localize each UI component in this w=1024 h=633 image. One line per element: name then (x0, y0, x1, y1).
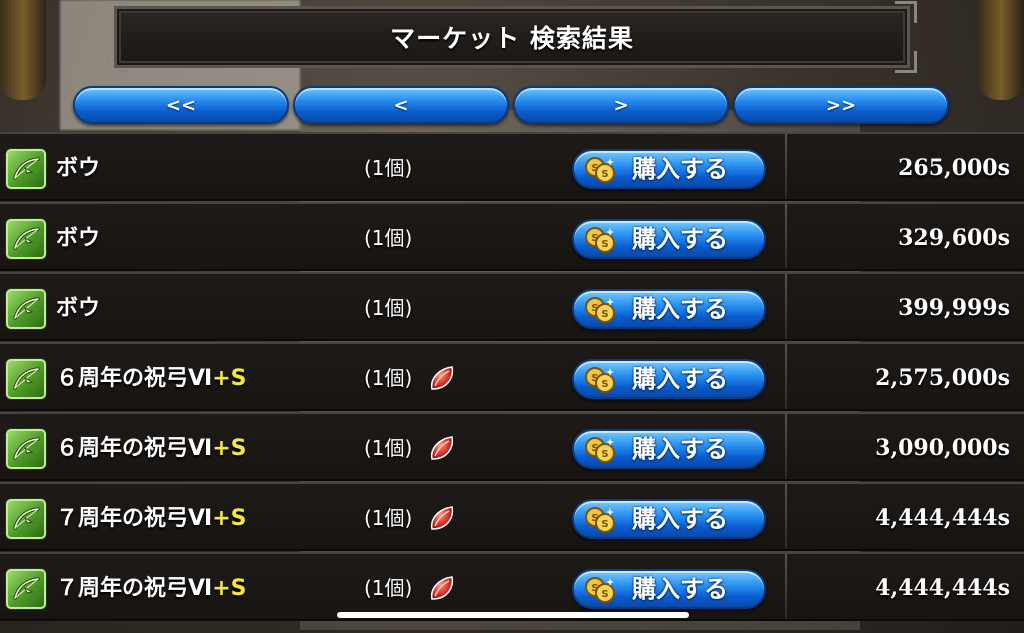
title-corner-ornament (895, 1, 917, 23)
svg-text:S: S (601, 519, 608, 530)
next-page-button[interactable]: > (513, 86, 729, 124)
red-gem-icon (426, 433, 458, 465)
bow-icon (6, 149, 46, 189)
buy-button-label: 購入する (632, 155, 728, 183)
coin-icon: SS (584, 296, 616, 324)
coin-icon: SS (584, 576, 616, 604)
column-divider (785, 484, 787, 549)
listing-row: ７周年の祝弓Ⅵ+S (1個) S S 購入する 4,444,444s (0, 482, 1024, 551)
buy-button-label: 購入する (632, 505, 728, 533)
red-gem-icon (426, 363, 458, 395)
home-indicator[interactable] (337, 612, 689, 618)
item-refine-suffix: +S (212, 366, 247, 391)
title-bar: マーケット 検索結果 (107, 1, 917, 73)
coin-icon: SS (584, 506, 616, 534)
item-refine-suffix: +S (212, 506, 247, 531)
listing-row: ボウ (1個) S S 購入する 399,999s (0, 272, 1024, 341)
item-name-text: ボウ (56, 156, 101, 181)
buy-button[interactable]: S S 購入する (572, 219, 766, 259)
left-ornament (0, 0, 46, 100)
column-divider (785, 134, 787, 199)
column-divider (785, 204, 787, 269)
listing-row: ６周年の祝弓Ⅵ+S (1個) S S 購入する 2,575,000s (0, 342, 1024, 411)
coin-icon: SS (584, 366, 616, 394)
column-divider (785, 344, 787, 409)
item-quantity: (1個) (364, 366, 413, 390)
item-name: ボウ (56, 204, 100, 273)
item-price: 4,444,444s (875, 505, 1010, 531)
red-gem-icon (426, 503, 458, 535)
item-refine-suffix: +S (212, 576, 247, 601)
prev-page-button[interactable]: < (293, 86, 509, 124)
item-quantity: (1個) (364, 506, 413, 530)
buy-button[interactable]: S S 購入する (572, 569, 766, 609)
listing-list: ボウ (1個) S S 購入する 265,000s ボウ (1個) S S 購入する 329,600s… (0, 132, 1024, 633)
listing-row: ボウ (1個) S S 購入する 265,000s (0, 132, 1024, 201)
item-name: ６周年の祝弓Ⅵ+S (56, 344, 246, 413)
first-page-button[interactable]: << (73, 86, 289, 124)
buy-button-label: 購入する (632, 435, 728, 463)
svg-text:S: S (601, 589, 608, 600)
coin-icon: SS (584, 226, 616, 254)
buy-button[interactable]: S S 購入する (572, 429, 766, 469)
item-name: ボウ (56, 274, 100, 343)
item-name-text: ボウ (56, 226, 101, 251)
buy-button-label: 購入する (632, 575, 728, 603)
bow-icon (6, 499, 46, 539)
listing-row: ６周年の祝弓Ⅵ+S (1個) S S 購入する 3,090,000s (0, 412, 1024, 481)
item-quantity: (1個) (364, 226, 413, 250)
page-title: マーケット 検索結果 (390, 24, 634, 53)
listing-row: ボウ (1個) S S 購入する 329,600s (0, 202, 1024, 271)
svg-text:S: S (601, 169, 608, 180)
last-page-button[interactable]: >> (733, 86, 949, 124)
buy-button[interactable]: S S 購入する (572, 149, 766, 189)
bow-icon (6, 219, 46, 259)
bow-icon (6, 359, 46, 399)
red-gem-icon (426, 573, 458, 605)
bow-icon (6, 569, 46, 609)
column-divider (785, 414, 787, 479)
buy-button-label: 購入する (632, 295, 728, 323)
coin-icon: SS (584, 156, 616, 184)
right-ornament (978, 0, 1024, 100)
item-price: 2,575,000s (875, 365, 1010, 391)
svg-text:S: S (601, 239, 608, 250)
column-divider (785, 554, 787, 619)
item-name-text: ７周年の祝弓Ⅵ (56, 506, 213, 531)
svg-text:S: S (601, 379, 608, 390)
item-name-text: ６周年の祝弓Ⅵ (56, 366, 213, 391)
item-quantity: (1個) (364, 156, 413, 180)
title-corner-ornament (107, 51, 129, 73)
buy-button[interactable]: S S 購入する (572, 359, 766, 399)
item-price: 265,000s (898, 155, 1010, 181)
buy-button-label: 購入する (632, 365, 728, 393)
item-name: ボウ (56, 134, 100, 203)
item-price: 399,999s (898, 295, 1010, 321)
column-divider (785, 274, 787, 339)
svg-text:S: S (601, 449, 608, 460)
item-name-text: ボウ (56, 296, 101, 321)
buy-button[interactable]: S S 購入する (572, 499, 766, 539)
item-price: 329,600s (898, 225, 1010, 251)
item-price: 3,090,000s (875, 435, 1010, 461)
title-corner-ornament (895, 51, 917, 73)
item-price: 4,444,444s (875, 575, 1010, 601)
listing-row: ７周年の祝弓Ⅵ+S (1個) S S 購入する 4,444,444s (0, 552, 1024, 621)
item-name: ７周年の祝弓Ⅵ+S (56, 554, 246, 623)
item-name-text: ７周年の祝弓Ⅵ (56, 576, 213, 601)
item-name: ７周年の祝弓Ⅵ+S (56, 484, 246, 553)
bow-icon (6, 289, 46, 329)
item-quantity: (1個) (364, 296, 413, 320)
svg-text:S: S (601, 309, 608, 320)
title-corner-ornament (107, 1, 129, 23)
bow-icon (6, 429, 46, 469)
buy-button[interactable]: S S 購入する (572, 289, 766, 329)
item-quantity: (1個) (364, 436, 413, 460)
item-refine-suffix: +S (212, 436, 247, 461)
item-name: ６周年の祝弓Ⅵ+S (56, 414, 246, 483)
coin-icon: SS (584, 436, 616, 464)
buy-button-label: 購入する (632, 225, 728, 253)
item-name-text: ６周年の祝弓Ⅵ (56, 436, 213, 461)
